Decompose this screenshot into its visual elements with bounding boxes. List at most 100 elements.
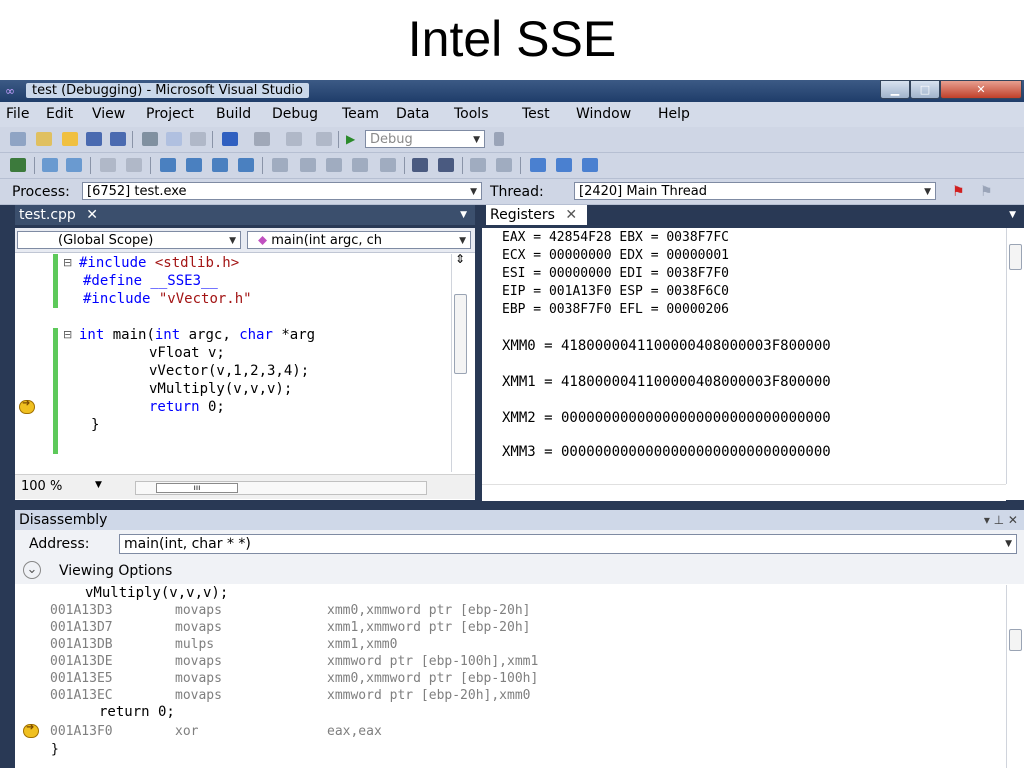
chevron-down-icon[interactable]: ▼ [1009, 205, 1016, 225]
navigate-backward-icon[interactable] [286, 132, 302, 146]
chevron-down-icon: ▼ [924, 187, 931, 197]
menu-team[interactable]: Team [342, 106, 379, 122]
flag-thread-icon[interactable]: ⚑ [952, 184, 965, 200]
flag-all-threads-icon[interactable]: ⚑ [980, 184, 993, 200]
minimize-icon[interactable]: ▁ [880, 80, 910, 99]
save-icon[interactable] [86, 132, 102, 146]
undo-icon[interactable] [222, 132, 238, 146]
chevron-down-icon[interactable]: ▼ [460, 205, 467, 225]
tab-registers[interactable]: Registers ✕ [486, 205, 588, 225]
next-bookmark-icon[interactable] [582, 158, 598, 172]
xmm-register-line: XMM1 = 4180000041100000408000003F800000 [502, 374, 831, 390]
disassembly-scrollbar[interactable] [1006, 585, 1024, 768]
disassembly-title: Disassembly [19, 512, 108, 528]
scope-select[interactable]: (Global Scope) ▼ [17, 231, 241, 249]
menu-edit[interactable]: Edit [46, 106, 73, 122]
font-size-icon[interactable] [352, 158, 368, 172]
split-icon[interactable]: ⇕ [455, 252, 465, 266]
bookmark-icon[interactable] [530, 158, 546, 172]
step-over-icon[interactable] [66, 158, 82, 172]
decrease-indent-icon[interactable] [412, 158, 428, 172]
toolbar-icon[interactable] [272, 158, 288, 172]
paste-icon[interactable] [190, 132, 206, 146]
thread-select[interactable]: [2420] Main Thread ▼ [574, 182, 936, 200]
toolbar-icon[interactable] [380, 158, 396, 172]
menu-project[interactable]: Project [146, 106, 194, 122]
uncomment-icon[interactable] [496, 158, 512, 172]
registers-horizontal-scrollbar[interactable] [482, 484, 1006, 501]
process-select[interactable]: [6752] test.exe ▼ [82, 182, 482, 200]
start-debugging-icon[interactable]: ▶ [346, 132, 355, 146]
watch-icon[interactable] [186, 158, 202, 172]
editor-scrollbar[interactable]: ⇕ [451, 252, 469, 472]
menu-debug[interactable]: Debug [272, 106, 318, 122]
chevron-down-icon[interactable]: ▼ [95, 480, 102, 490]
thread-label: Thread: [490, 184, 544, 200]
asm-args: xmm1,xmm0 [327, 637, 398, 652]
navigate-forward-icon[interactable] [316, 132, 332, 146]
menu-file[interactable]: File [6, 106, 29, 122]
change-marker [53, 254, 58, 308]
debug-toolbar [0, 153, 1024, 179]
function-select[interactable]: ⬥ main(int argc, ch ▼ [247, 231, 471, 249]
function-value: main(int argc, ch [271, 233, 383, 248]
show-next-statement-icon[interactable] [10, 158, 26, 172]
previous-bookmark-icon[interactable] [556, 158, 572, 172]
menu-test[interactable]: Test [522, 106, 550, 122]
visual-studio-window: ∞ test (Debugging) - Microsoft Visual St… [0, 80, 1024, 768]
save-all-icon[interactable] [110, 132, 126, 146]
toolbar-icon[interactable] [300, 158, 316, 172]
code-line: vMultiply(v,v,v); [149, 381, 293, 397]
comment-icon[interactable] [470, 158, 486, 172]
asm-row: 001A13E5 [50, 671, 113, 686]
viewing-options-bar[interactable]: ⌄ Viewing Options [15, 558, 1024, 584]
asm-row: 001A13D7 [50, 620, 113, 635]
address-input[interactable]: main(int, char * *) ▼ [119, 534, 1017, 554]
copy-icon[interactable] [166, 132, 182, 146]
tab-test-cpp[interactable]: test.cpp ✕ ▼ [15, 205, 475, 225]
registers-tab-strip: Registers ✕ ▼ [482, 205, 1024, 225]
step-into-icon[interactable] [42, 158, 58, 172]
scroll-thumb[interactable] [1009, 629, 1022, 651]
close-icon[interactable]: ✕ [86, 207, 98, 223]
xmm-register-line: XMM3 = 00000000000000000000000000000000 [502, 444, 831, 458]
cut-icon[interactable] [142, 132, 158, 146]
registers-scrollbar[interactable] [1006, 228, 1024, 484]
menu-window[interactable]: Window [576, 106, 631, 122]
window-icon[interactable] [160, 158, 176, 172]
toolbar-icon[interactable] [326, 158, 342, 172]
hex-display-icon[interactable] [100, 158, 116, 172]
redo-icon[interactable] [254, 132, 270, 146]
function-icon: ⬥ [258, 233, 268, 248]
add-item-icon[interactable] [36, 132, 52, 146]
scroll-thumb[interactable]: ııı [156, 483, 238, 493]
expand-chevron-icon[interactable]: ⌄ [23, 561, 41, 579]
breakpoints-icon[interactable] [126, 158, 142, 172]
toolbar-separator [150, 157, 151, 174]
horizontal-scrollbar[interactable]: ııı [135, 481, 427, 495]
address-label: Address: [29, 536, 90, 552]
menu-tools[interactable]: Tools [454, 106, 489, 122]
menu-view[interactable]: View [92, 106, 125, 122]
increase-indent-icon[interactable] [438, 158, 454, 172]
zoom-value[interactable]: 100 % [21, 479, 62, 494]
menu-help[interactable]: Help [658, 106, 690, 122]
toolbar-options-icon[interactable] [494, 132, 504, 146]
new-project-icon[interactable] [10, 132, 26, 146]
maximize-icon[interactable]: □ [910, 80, 940, 99]
solution-configuration-select[interactable]: Debug ▼ [365, 130, 485, 148]
asm-op: movaps [175, 671, 222, 686]
scroll-thumb[interactable] [1009, 244, 1022, 270]
call-stack-icon[interactable] [238, 158, 254, 172]
debug-location-toolbar: Process: [6752] test.exe ▼ Thread: [2420… [0, 179, 1024, 205]
window-pin-controls[interactable]: ▾ ⊥ ✕ [984, 510, 1018, 530]
menu-data[interactable]: Data [396, 106, 429, 122]
menu-build[interactable]: Build [216, 106, 251, 122]
locals-icon[interactable] [212, 158, 228, 172]
scroll-thumb[interactable] [454, 294, 467, 374]
collapse-icon[interactable]: ⊟ [63, 328, 72, 341]
close-icon[interactable]: ✕ [940, 80, 1022, 99]
close-icon[interactable]: ✕ [565, 207, 577, 223]
collapse-icon[interactable]: ⊟ [63, 256, 72, 269]
open-folder-icon[interactable] [62, 132, 78, 146]
